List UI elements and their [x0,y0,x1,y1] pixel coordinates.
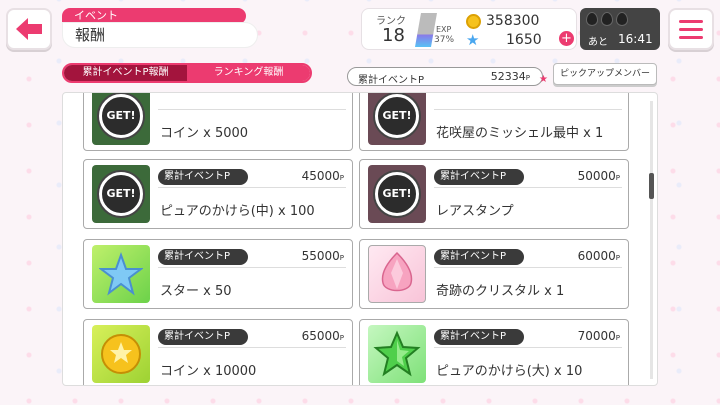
coin-item-icon [101,334,141,374]
reward-card: GET! 累計イベントP 45000P ピュアのかけら(中) x 100 [83,159,353,229]
reward-card: 累計イベントP 70000P ピュアのかけら(大) x 10 [359,319,629,385]
reward-points: 60000P [577,249,620,263]
stamina-remaining-label: あと [588,37,608,48]
reward-thumb: GET! [92,165,150,223]
exp-label: EXP [436,25,452,34]
reward-name: レアスタンプ [436,204,514,219]
exp-percent: 37% [434,35,455,45]
reward-tag: 累計イベントP [158,249,248,265]
stamina-drop-icon [601,12,613,26]
reward-thumb [92,245,150,303]
menu-icon-bar [679,35,703,39]
reward-tag: 累計イベントP [434,329,524,345]
scrollbar-thumb[interactable] [649,173,654,199]
page-title: 報酬 [62,22,258,48]
reward-card: 累計イベントP 65000P コイン x 10000 [83,319,353,385]
divider [434,267,622,268]
get-badge-icon: GET! [99,94,143,138]
get-badge-icon: GET! [99,172,143,216]
reward-tag: 累計イベントP [158,169,248,185]
menu-button[interactable] [668,8,714,50]
crystal-icon [381,251,413,292]
divider [158,347,346,348]
reward-thumb [92,325,150,383]
reward-card: GET! コイン x 5000 [83,93,353,151]
reward-tag: 累計イベントP [158,329,248,345]
rank-value: 18 [382,25,405,46]
reward-name: ピュアのかけら(中) x 100 [160,204,315,219]
reward-name: 奇跡のクリスタル x 1 [436,284,565,299]
tab-cumulative-rewards[interactable]: 累計イベントP報酬 [64,65,187,81]
add-stars-button[interactable]: + [559,31,574,46]
reward-name: 花咲屋のミッシェル最中 x 1 [436,126,604,141]
reward-tabs: 累計イベントP報酬 ランキング報酬 [62,63,312,83]
reward-thumb [368,325,426,383]
reward-tag: 累計イベントP [434,249,524,265]
reward-card: GET! 累計イベントP 50000P レアスタンプ [359,159,629,229]
divider [434,187,622,188]
star-count: 1650 [506,32,542,48]
reward-thumb: GET! [368,93,426,145]
points-label: 累計イベントP [358,75,425,86]
pickup-members-button[interactable]: ピックアップメンバー [553,63,657,85]
coin-icon [466,14,481,29]
get-badge-icon: GET! [375,172,419,216]
reward-tag: 累計イベントP [434,169,524,185]
divider [158,109,346,110]
coin-count: 358300 [486,13,540,29]
reward-card: GET! 花咲屋のミッシェル最中 x 1 [359,93,629,151]
reward-points: 70000P [577,329,620,343]
reward-name: スター x 50 [160,284,232,299]
reward-card: 累計イベントP 55000P スター x 50 [83,239,353,309]
divider [434,347,622,348]
points-star-icon: ★ [539,74,548,85]
cumulative-points-display: 累計イベントP 52334P ★ [347,67,548,86]
reward-name: ピュアのかけら(大) x 10 [436,364,583,379]
back-arrow-icon [16,18,42,40]
get-badge-icon: GET! [375,94,419,138]
reward-name: コイン x 10000 [160,364,257,379]
scrollbar-track[interactable] [650,101,653,379]
player-status: ランク 18 EXP 37% 358300 ★ 1650 + [361,8,577,50]
reward-list[interactable]: GET! コイン x 5000 GET! 花咲屋のミッシェル最中 x 1 GET… [62,92,658,386]
reward-points: 50000P [577,169,620,183]
stamina-drop-icon [616,12,628,26]
points-value: 52334P [490,70,530,83]
reward-points: 45000P [301,169,344,183]
reward-points: 65000P [301,329,344,343]
menu-icon-bar [679,27,703,31]
star-item-icon [99,252,143,296]
pure-shard-icon [373,330,421,377]
reward-thumb: GET! [92,93,150,145]
reward-points: 55000P [301,249,344,263]
page-title-block: イベント 報酬 [62,8,258,48]
back-button[interactable] [6,8,52,50]
reward-card: 累計イベントP 60000P 奇跡のクリスタル x 1 [359,239,629,309]
divider [158,187,346,188]
reward-name: コイン x 5000 [160,126,249,141]
tab-ranking-rewards[interactable]: ランキング報酬 [187,65,310,81]
reward-thumb [368,245,426,303]
star-currency-icon: ★ [466,31,480,49]
stamina-drop-icon [586,12,598,26]
reward-thumb: GET! [368,165,426,223]
stamina-indicator: あと 16:41 [580,8,660,50]
stamina-timer: 16:41 [618,32,653,46]
divider [434,109,622,110]
menu-icon-bar [679,19,703,23]
divider [158,267,346,268]
